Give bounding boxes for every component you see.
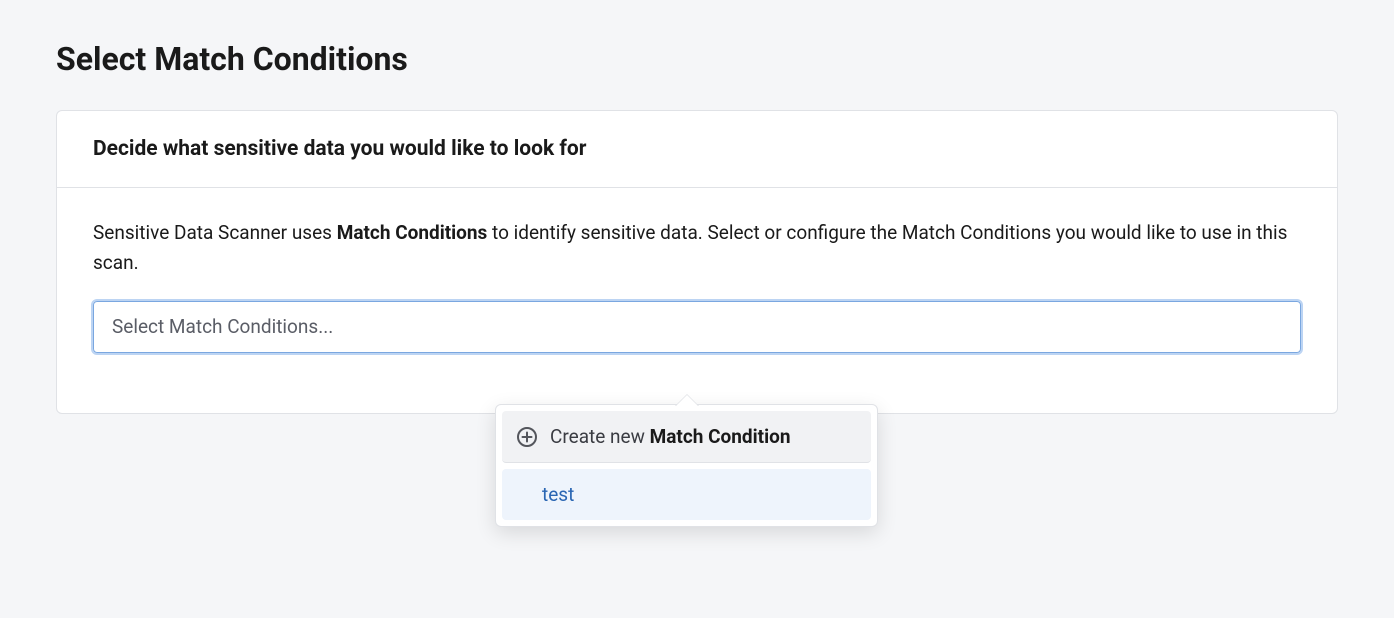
dropdown-option-test[interactable]: test bbox=[502, 469, 871, 520]
dropdown-arrow bbox=[676, 395, 698, 406]
match-conditions-dropdown: Create new Match Condition test bbox=[495, 404, 878, 527]
dropdown-inner: Create new Match Condition test bbox=[496, 405, 877, 526]
card-body: Sensitive Data Scanner uses Match Condit… bbox=[57, 188, 1337, 413]
match-conditions-select[interactable]: Select Match Conditions... bbox=[93, 301, 1301, 353]
create-prefix: Create new bbox=[550, 425, 650, 448]
create-bold: Match Condition bbox=[650, 425, 791, 448]
description-prefix: Sensitive Data Scanner uses bbox=[93, 221, 337, 244]
page-title: Select Match Conditions bbox=[56, 40, 1338, 78]
create-label: Create new Match Condition bbox=[550, 425, 790, 448]
description-bold: Match Conditions bbox=[337, 221, 488, 244]
card-header-title: Decide what sensitive data you would lik… bbox=[93, 137, 1301, 161]
create-new-match-condition[interactable]: Create new Match Condition bbox=[502, 411, 871, 463]
match-conditions-card: Decide what sensitive data you would lik… bbox=[56, 110, 1338, 414]
card-description: Sensitive Data Scanner uses Match Condit… bbox=[93, 218, 1301, 279]
plus-circle-icon bbox=[516, 426, 538, 448]
select-placeholder: Select Match Conditions... bbox=[112, 315, 333, 338]
card-header: Decide what sensitive data you would lik… bbox=[57, 111, 1337, 188]
